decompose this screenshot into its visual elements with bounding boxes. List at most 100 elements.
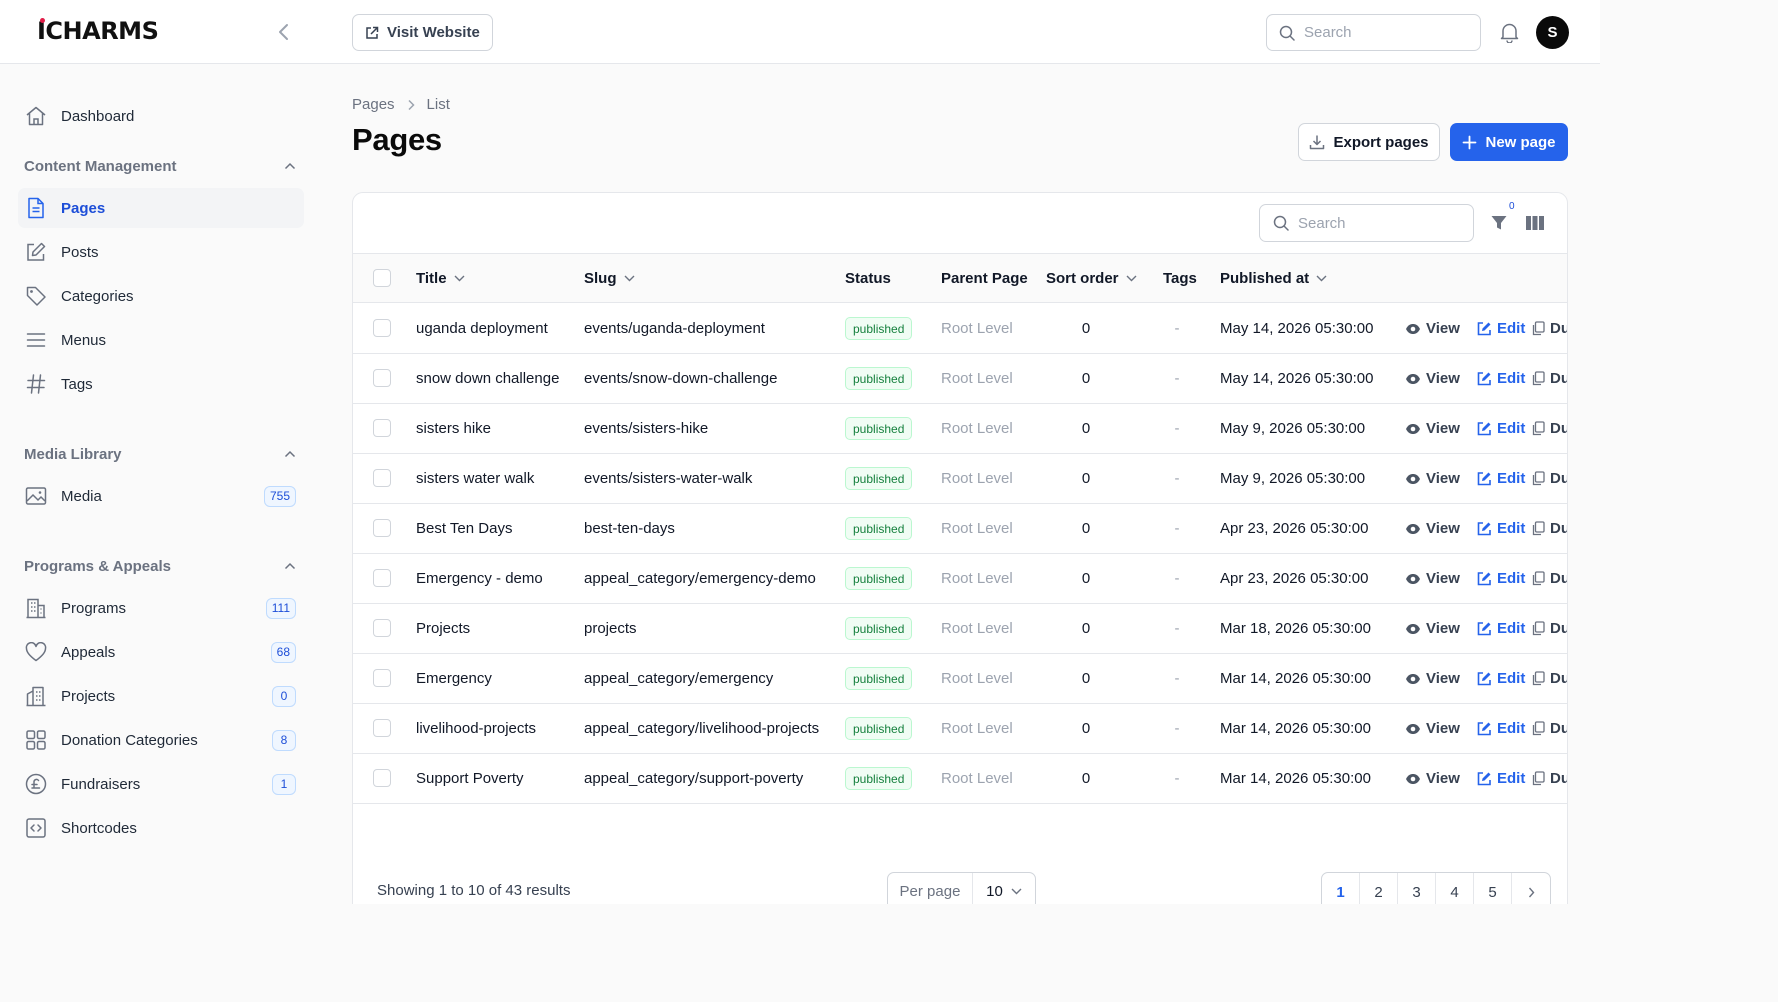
group-content-management[interactable]: Content Management xyxy=(24,154,296,178)
edit-action[interactable]: Edit xyxy=(1477,304,1525,353)
view-action[interactable]: View xyxy=(1405,604,1460,653)
column-title[interactable]: Title xyxy=(416,254,465,303)
table-row[interactable]: Emergency - demo appeal_category/emergenc… xyxy=(353,554,1567,604)
edit-action[interactable]: Edit xyxy=(1477,404,1525,453)
table-row[interactable]: sisters hike events/sisters-hike published… xyxy=(353,404,1567,454)
row-checkbox[interactable] xyxy=(373,319,391,337)
new-page-button[interactable]: New page xyxy=(1450,123,1568,161)
logo-dot xyxy=(40,18,45,23)
edit-action[interactable]: Edit xyxy=(1477,604,1525,653)
sidebar-item-donation-categories[interactable]: Donation Categories 8 xyxy=(18,720,304,760)
per-page-select[interactable]: Per page 10 xyxy=(887,872,1036,904)
view-action[interactable]: View xyxy=(1405,354,1460,403)
sidebar-item-posts[interactable]: Posts xyxy=(18,232,304,272)
edit-action[interactable]: Edit xyxy=(1477,754,1525,803)
column-published-at[interactable]: Published at xyxy=(1220,254,1327,303)
sidebar-item-shortcodes[interactable]: Shortcodes xyxy=(18,808,304,848)
duplicate-action[interactable]: Dup xyxy=(1531,554,1567,603)
duplicate-action[interactable]: Dup xyxy=(1531,304,1567,353)
edit-label: Edit xyxy=(1497,770,1526,787)
page-2-button[interactable]: 2 xyxy=(1360,873,1398,904)
duplicate-action[interactable]: Dup xyxy=(1531,654,1567,703)
edit-action[interactable]: Edit xyxy=(1477,704,1525,753)
sidebar-item-categories[interactable]: Categories xyxy=(18,276,304,316)
sidebar-item-appeals[interactable]: Appeals 68 xyxy=(18,632,304,672)
edit-action[interactable]: Edit xyxy=(1477,504,1525,553)
cell-slug: appeal_category/emergency-demo xyxy=(584,570,816,587)
row-checkbox[interactable] xyxy=(373,619,391,637)
edit-icon xyxy=(1477,522,1491,536)
sidebar-item-fundraisers[interactable]: Fundraisers 1 xyxy=(18,764,304,804)
row-checkbox[interactable] xyxy=(373,719,391,737)
table-row[interactable]: livelihood-projects appeal_category/livel… xyxy=(353,704,1567,754)
view-action[interactable]: View xyxy=(1405,504,1460,553)
columns-toggle-button[interactable] xyxy=(1523,211,1547,235)
duplicate-action[interactable]: Dup xyxy=(1531,354,1567,403)
table-row[interactable]: Emergency appeal_category/emergency publis… xyxy=(353,654,1567,704)
global-search-input[interactable] xyxy=(1304,24,1454,41)
group-programs-appeals[interactable]: Programs & Appeals xyxy=(24,554,296,578)
next-page-button[interactable] xyxy=(1512,873,1550,904)
visit-website-button[interactable]: Visit Website xyxy=(352,14,493,51)
collapse-sidebar-button[interactable] xyxy=(272,20,296,44)
column-sort-order[interactable]: Sort order xyxy=(1046,254,1137,303)
view-action[interactable]: View xyxy=(1405,454,1460,503)
duplicate-action[interactable]: Dup xyxy=(1531,604,1567,653)
table-row[interactable]: snow down challenge events/snow-down-chal… xyxy=(353,354,1567,404)
edit-action[interactable]: Edit xyxy=(1477,554,1525,603)
column-slug[interactable]: Slug xyxy=(584,254,635,303)
duplicate-action[interactable]: Dup xyxy=(1531,504,1567,553)
view-action[interactable]: View xyxy=(1405,654,1460,703)
edit-icon xyxy=(1477,622,1491,636)
row-checkbox[interactable] xyxy=(373,669,391,687)
table-search-input[interactable] xyxy=(1298,214,1448,232)
row-checkbox[interactable] xyxy=(373,569,391,587)
table-row[interactable]: Support Poverty appeal_category/support-p… xyxy=(353,754,1567,804)
row-checkbox[interactable] xyxy=(373,369,391,387)
select-all-checkbox[interactable] xyxy=(373,269,391,287)
duplicate-action[interactable]: Dup xyxy=(1531,404,1567,453)
view-action[interactable]: View xyxy=(1405,704,1460,753)
cell-status: published xyxy=(845,604,913,653)
duplicate-action[interactable]: Dup xyxy=(1531,754,1567,803)
edit-action[interactable]: Edit xyxy=(1477,454,1525,503)
row-checkbox[interactable] xyxy=(373,519,391,537)
view-action[interactable]: View xyxy=(1405,404,1460,453)
per-page-value[interactable]: 10 xyxy=(973,883,1035,900)
table-row[interactable]: sisters water walk events/sisters-water-w… xyxy=(353,454,1567,504)
sidebar-item-projects[interactable]: Projects 0 xyxy=(18,676,304,716)
filter-button[interactable] xyxy=(1487,211,1511,235)
export-pages-button[interactable]: Export pages xyxy=(1298,123,1440,161)
sidebar-item-pages[interactable]: Pages xyxy=(18,188,304,228)
cell-slug: best-ten-days xyxy=(584,520,675,537)
row-checkbox[interactable] xyxy=(373,419,391,437)
sidebar-item-programs[interactable]: Programs 111 xyxy=(18,588,304,628)
view-action[interactable]: View xyxy=(1405,754,1460,803)
breadcrumb-pages-link[interactable]: Pages xyxy=(352,96,395,113)
table-row[interactable]: uganda deployment events/uganda-deploymen… xyxy=(353,304,1567,354)
sidebar-item-menus[interactable]: Menus xyxy=(18,320,304,360)
view-label: View xyxy=(1426,370,1460,387)
notifications-button[interactable] xyxy=(1497,20,1521,44)
sidebar-item-tags[interactable]: Tags xyxy=(18,364,304,404)
table-row[interactable]: Best Ten Days best-ten-days published Root … xyxy=(353,504,1567,554)
duplicate-action[interactable]: Dup xyxy=(1531,454,1567,503)
sidebar-item-dashboard[interactable]: Dashboard xyxy=(18,96,304,136)
page-1-button[interactable]: 1 xyxy=(1322,873,1360,904)
group-media-library[interactable]: Media Library xyxy=(24,442,296,466)
row-checkbox[interactable] xyxy=(373,469,391,487)
page-3-button[interactable]: 3 xyxy=(1398,873,1436,904)
user-avatar[interactable]: S xyxy=(1536,16,1569,49)
edit-action[interactable]: Edit xyxy=(1477,354,1525,403)
table-row[interactable]: Projects projects published Root Level 0 - Mar… xyxy=(353,604,1567,654)
duplicate-action[interactable]: Dup xyxy=(1531,704,1567,753)
logo[interactable]: ICHARMS xyxy=(37,16,159,46)
page-5-button[interactable]: 5 xyxy=(1474,873,1512,904)
page-4-button[interactable]: 4 xyxy=(1436,873,1474,904)
sidebar-item-media[interactable]: Media 755 xyxy=(18,476,304,516)
eye-icon xyxy=(1406,423,1420,434)
view-action[interactable]: View xyxy=(1405,554,1460,603)
edit-action[interactable]: Edit xyxy=(1477,654,1525,703)
view-action[interactable]: View xyxy=(1405,304,1460,353)
row-checkbox[interactable] xyxy=(373,769,391,787)
